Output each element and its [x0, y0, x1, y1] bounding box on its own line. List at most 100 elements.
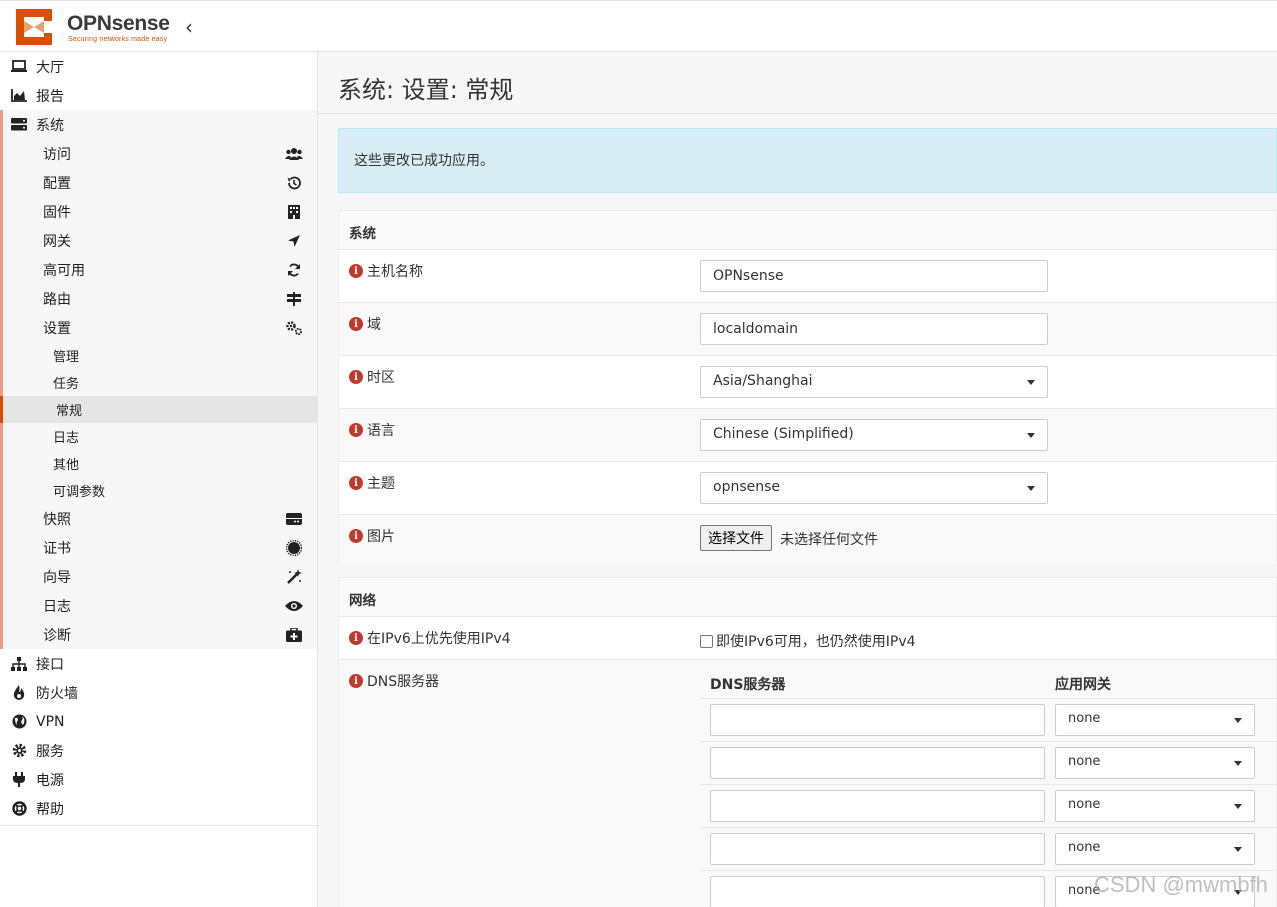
hostname-row: i 主机名称 [339, 250, 1276, 303]
dns-gateway-select[interactable]: none [1055, 790, 1255, 822]
sidebar-item-label: 路由 [43, 291, 71, 308]
sidebar-item-snapshots[interactable]: 快照 [3, 504, 317, 533]
sidebar-item-firmware[interactable]: 固件 [3, 197, 317, 226]
info-icon[interactable]: i [349, 370, 363, 384]
sidebar-item-gateways[interactable]: 网关 [3, 226, 317, 255]
chevron-down-icon [1027, 433, 1035, 438]
sidebar-item-certificates[interactable]: 证书 [3, 533, 317, 562]
image-row: i 图片 选择文件 未选择任何文件 [339, 515, 1276, 563]
signpost-icon [285, 291, 303, 307]
refresh-icon [285, 262, 303, 278]
sidebar-item-interfaces[interactable]: 接口 [0, 649, 317, 678]
sidebar-divider [0, 825, 318, 826]
title-divider [318, 113, 1277, 114]
info-icon[interactable]: i [349, 476, 363, 490]
domain-input[interactable] [700, 313, 1048, 345]
opnsense-logo-icon[interactable] [10, 3, 58, 51]
gateway-column-header: 应用网关 [1055, 677, 1111, 693]
certificate-icon [285, 539, 303, 556]
checkbox[interactable] [700, 634, 713, 648]
dns-row-divider [700, 698, 1277, 699]
sidebar-item-firewall[interactable]: 防火墙 [0, 678, 317, 707]
timezone-select[interactable]: Asia/Shanghai [700, 366, 1048, 398]
choose-file-button[interactable]: 选择文件 [700, 525, 772, 551]
sidebar-item-label: 快照 [43, 511, 71, 528]
info-icon[interactable]: i [349, 317, 363, 331]
history-icon [285, 175, 303, 191]
section-heading-network: 网络 [339, 578, 1276, 617]
server-icon [10, 118, 28, 132]
info-icon[interactable]: i [349, 423, 363, 437]
cog-icon [10, 743, 28, 758]
theme-row: i 主题 opnsense [339, 462, 1276, 515]
dns-server-input[interactable] [710, 876, 1045, 907]
sidebar-item-label: 固件 [43, 204, 71, 221]
domain-row: i 域 [339, 303, 1276, 356]
chevron-down-icon [1234, 804, 1242, 809]
sidebar-item-label: 报告 [36, 88, 64, 105]
sidebar-item-log-files[interactable]: 日志 [3, 591, 317, 620]
sidebar-item-label: 日志 [43, 598, 71, 615]
sidebar-item-high-availability[interactable]: 高可用 [3, 255, 317, 284]
info-icon[interactable]: i [349, 264, 363, 278]
theme-select[interactable]: opnsense [700, 472, 1048, 504]
dns-row-divider [700, 870, 1277, 871]
sidebar-item-label: 高可用 [43, 262, 85, 279]
info-icon[interactable]: i [349, 529, 363, 543]
sidebar-item-access[interactable]: 访问 [3, 139, 317, 168]
language-select[interactable]: Chinese (Simplified) [700, 419, 1048, 451]
sidebar-item-diagnostics[interactable]: 诊断 [3, 620, 317, 649]
sidebar-item-reporting[interactable]: 报告 [0, 81, 317, 110]
sidebar-item-settings[interactable]: 设置 [3, 313, 317, 342]
info-icon[interactable]: i [349, 674, 363, 688]
dns-gateway-select[interactable]: none [1055, 833, 1255, 865]
main-content: 系统: 设置: 常规 这些更改已成功应用。 系统 i 主机名称 i 域 i 时区 [318, 52, 1277, 907]
dns-server-input[interactable] [710, 790, 1045, 822]
chevron-down-icon [1027, 380, 1035, 385]
sidebar-item-label: 设置 [43, 320, 71, 337]
dns-server-input[interactable] [710, 833, 1045, 865]
sidebar-item-miscellaneous[interactable]: 其他 [3, 450, 317, 477]
watermark: CSDN @mwmbfh [1094, 872, 1268, 897]
info-icon[interactable]: i [349, 631, 363, 645]
sitemap-icon [10, 656, 28, 671]
sidebar-item-power[interactable]: 电源 [0, 765, 317, 794]
theme-label: i 主题 [349, 473, 395, 493]
sidebar-item-label: 向导 [43, 569, 71, 586]
sidebar-item-label: 防火墙 [36, 685, 78, 702]
collapse-sidebar-chevron-left-icon[interactable]: ‹ [185, 15, 201, 39]
sidebar-item-lobby[interactable]: 大厅 [0, 52, 317, 81]
plug-icon [10, 772, 28, 787]
prefer-ipv4-row: i 在IPv6上优先使用IPv4 即使IPv6可用，也仍然使用IPv4 [339, 617, 1276, 660]
dns-server-input[interactable] [710, 747, 1045, 779]
sidebar-item-tunables[interactable]: 可调参数 [3, 477, 317, 504]
prefer-ipv4-label: i 在IPv6上优先使用IPv4 [349, 628, 511, 648]
file-status-text: 未选择任何文件 [780, 532, 878, 548]
sidebar-item-routes[interactable]: 路由 [3, 284, 317, 313]
sidebar-item-label: 服务 [36, 743, 64, 760]
domain-label: i 域 [349, 314, 381, 334]
dns-server-input[interactable] [710, 704, 1045, 736]
sidebar-item-vpn[interactable]: VPN [0, 707, 317, 736]
sidebar-item-settings-logging[interactable]: 日志 [3, 423, 317, 450]
dns-gateway-select[interactable]: none [1055, 747, 1255, 779]
dns-servers-row: i DNS服务器 DNS服务器 应用网关 none none none none… [339, 660, 1277, 907]
hostname-input[interactable] [700, 260, 1048, 292]
sidebar-item-wizard[interactable]: 向导 [3, 562, 317, 591]
sidebar-item-label: 系统 [36, 117, 64, 134]
sidebar-item-label: 访问 [43, 146, 71, 163]
sidebar-item-configuration[interactable]: 配置 [3, 168, 317, 197]
sidebar-item-services[interactable]: 服务 [0, 736, 317, 765]
prefer-ipv4-checkbox[interactable]: 即使IPv6可用，也仍然使用IPv4 [700, 631, 916, 651]
sidebar-item-cron[interactable]: 任务 [3, 369, 317, 396]
sidebar-item-general[interactable]: 常规 [0, 396, 317, 423]
sidebar: 大厅 报告 系统 访问 配置 固件 网关 高可用 路由 设置 管理 任务 常规 … [0, 52, 318, 907]
dns-gateway-select[interactable]: none [1055, 704, 1255, 736]
sidebar-item-label: VPN [36, 713, 65, 730]
dns-row-divider [700, 741, 1277, 742]
eye-icon [285, 598, 303, 614]
dns-row-divider [700, 827, 1277, 828]
sidebar-item-help[interactable]: 帮助 [0, 794, 317, 823]
sidebar-item-administration[interactable]: 管理 [3, 342, 317, 369]
sidebar-item-system[interactable]: 系统 [3, 110, 317, 139]
